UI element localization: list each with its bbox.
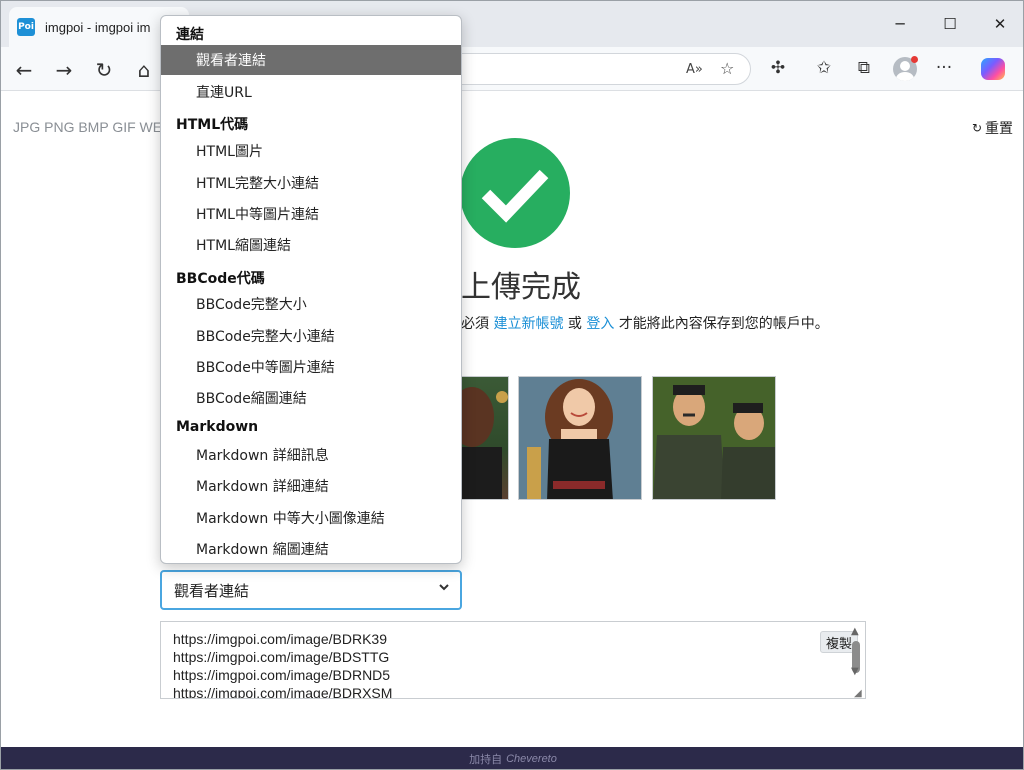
maximize-button[interactable]: ☐: [925, 1, 975, 47]
option-html-medium-link[interactable]: HTML中等圖片連結: [161, 199, 461, 229]
group-label-html: HTML代碼: [176, 117, 249, 133]
favorite-star-icon[interactable]: ☆: [720, 59, 734, 78]
option-markdown-thumb-link[interactable]: Markdown 縮圖連結: [161, 534, 461, 563]
embed-code-dropdown-list: 連結 觀看者連結 直連URL HTML代碼 HTML圖片 HTML完整大小連結 …: [160, 15, 462, 564]
option-bbcode-full-link[interactable]: BBCode完整大小連結: [161, 321, 461, 351]
notification-dot-icon: [911, 56, 918, 63]
extensions-icon[interactable]: ✣: [765, 55, 791, 81]
scroll-down-icon[interactable]: ▼: [851, 666, 859, 677]
reset-button[interactable]: ↻ 重置: [972, 118, 1013, 138]
back-arrow-icon[interactable]: ←: [9, 55, 39, 85]
upload-success-check-icon: [460, 138, 570, 248]
option-bbcode-medium-link[interactable]: BBCode中等圖片連結: [161, 352, 461, 382]
check-mark-icon: [481, 169, 549, 223]
minimize-button[interactable]: ─: [875, 1, 925, 47]
url-line: https://imgpoi.com/image/BDRND5: [173, 667, 391, 683]
embed-code-select[interactable]: 觀看者連結: [160, 570, 462, 610]
reset-icon: ↻: [971, 121, 982, 135]
footer-brand-link[interactable]: Chevereto: [506, 753, 557, 765]
scroll-up-icon[interactable]: ▲: [851, 626, 859, 637]
group-label-bbcode: BBCode代碼: [176, 271, 265, 287]
footer-prefix: 加持自: [469, 754, 503, 766]
select-value: 觀看者連結: [174, 581, 250, 600]
option-markdown-details[interactable]: Markdown 詳細訊息: [161, 440, 461, 470]
notice-prefix: 必須: [461, 316, 489, 332]
notice-suffix: 才能將此內容保存到您的帳戶中。: [618, 316, 829, 332]
reset-label: 重置: [985, 120, 1013, 136]
close-window-button[interactable]: ✕: [975, 1, 1023, 47]
option-viewer-link[interactable]: 觀看者連結: [161, 45, 461, 75]
group-label-links: 連結: [176, 27, 204, 43]
option-html-thumb-link[interactable]: HTML縮圖連結: [161, 230, 461, 260]
option-html-image[interactable]: HTML圖片: [161, 136, 461, 166]
more-menu-icon[interactable]: ···: [931, 55, 957, 81]
option-markdown-detail-link[interactable]: Markdown 詳細連結: [161, 471, 461, 501]
embed-code-textarea[interactable]: https://imgpoi.com/image/BDRK39 https://…: [160, 621, 866, 699]
option-html-full-link[interactable]: HTML完整大小連結: [161, 168, 461, 198]
create-account-link[interactable]: 建立新帳號: [493, 316, 563, 332]
browser-toolbar: ← → ↻ ⌂ A» ☆ ✣ ✩ ⧉ ···: [1, 47, 1023, 91]
title-bar: Poi imgpoi - imgpoi im ─ ☐ ✕: [1, 1, 1023, 47]
url-line: https://imgpoi.com/image/BDSTTG: [173, 649, 390, 665]
chevron-down-icon: [438, 581, 450, 597]
url-line: https://imgpoi.com/image/BDRXSM: [173, 685, 393, 699]
page-content: JPG PNG BMP GIF WE ↻ 重置 上傳完成 必須 建立新帳號 或 …: [1, 92, 1023, 747]
tab-title: imgpoi - imgpoi im: [45, 19, 151, 35]
home-icon[interactable]: ⌂: [129, 55, 159, 85]
option-bbcode-thumb-link[interactable]: BBCode縮圖連結: [161, 383, 461, 413]
forward-arrow-icon[interactable]: →: [49, 55, 79, 85]
screenshot-icon[interactable]: ⧉: [851, 55, 877, 81]
resize-grip-icon[interactable]: ◢: [854, 688, 862, 699]
account-notice: 必須 建立新帳號 或 登入 才能將此內容保存到您的帳戶中。: [461, 313, 829, 333]
option-direct-url[interactable]: 直連URL: [161, 77, 461, 107]
uploaded-image-thumbnail[interactable]: [461, 376, 509, 500]
site-favicon-icon: Poi: [17, 18, 35, 36]
page-footer: 加持自 Chevereto: [1, 747, 1023, 769]
address-bar[interactable]: A» ☆: [441, 53, 751, 85]
group-label-markdown: Markdown: [176, 419, 259, 435]
login-link[interactable]: 登入: [586, 316, 614, 332]
reload-icon[interactable]: ↻: [89, 55, 119, 85]
browser-window: Poi imgpoi - imgpoi im ─ ☐ ✕ ← → ↻ ⌂ A» …: [0, 0, 1024, 770]
window-controls: ─ ☐ ✕: [875, 1, 1023, 47]
option-bbcode-full[interactable]: BBCode完整大小: [161, 289, 461, 319]
notice-or: 或: [567, 316, 582, 332]
copilot-icon[interactable]: [981, 58, 1005, 80]
favorites-icon[interactable]: ✩: [811, 55, 837, 81]
option-markdown-medium-link[interactable]: Markdown 中等大小圖像連結: [161, 503, 461, 533]
uploaded-image-thumbnail[interactable]: [518, 376, 642, 500]
url-line: https://imgpoi.com/image/BDRK39: [173, 631, 387, 647]
read-aloud-icon[interactable]: A»: [686, 62, 703, 77]
supported-formats: JPG PNG BMP GIF WE: [13, 119, 163, 135]
page-title: 上傳完成: [461, 270, 581, 305]
uploaded-image-thumbnail[interactable]: [652, 376, 776, 500]
